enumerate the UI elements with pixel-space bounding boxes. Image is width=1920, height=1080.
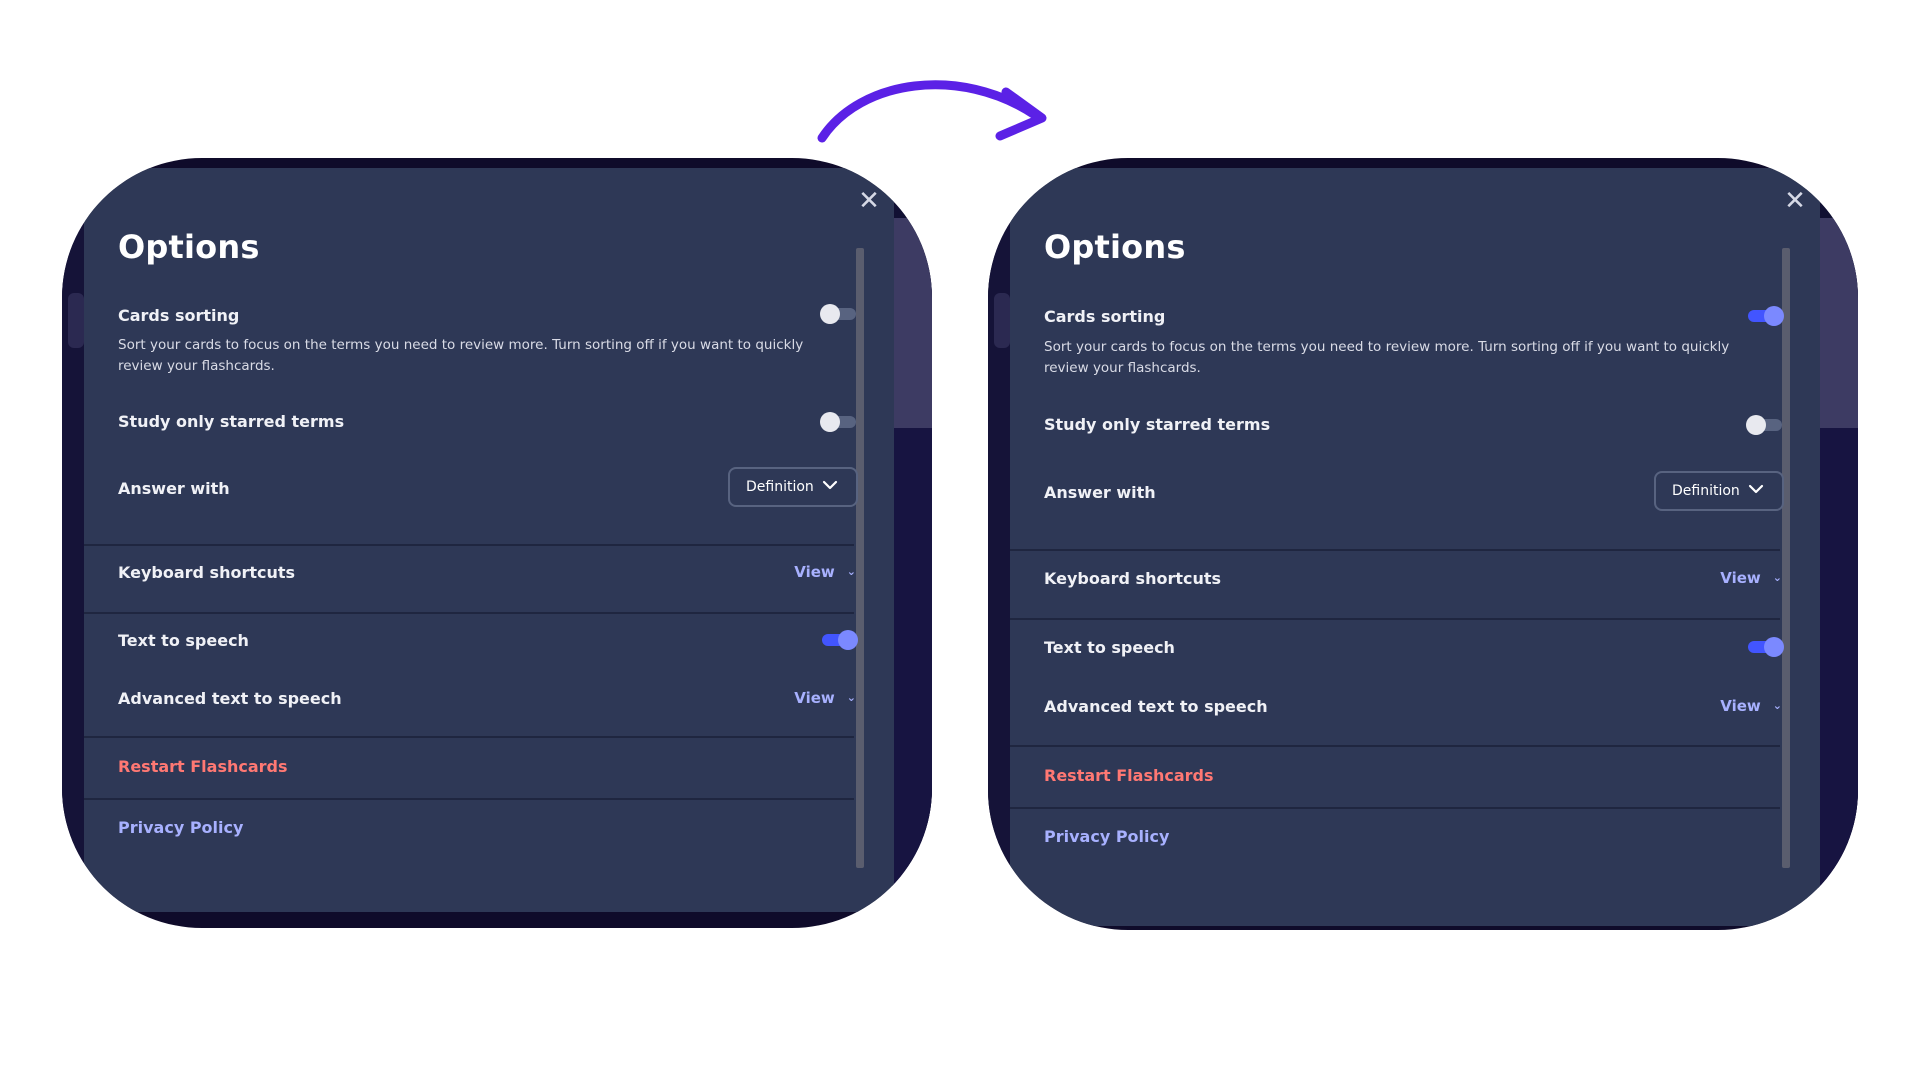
options-panel-after: ✕ Options Cards sorting Sort your cards … bbox=[988, 158, 1858, 930]
background-card bbox=[994, 293, 1010, 348]
background-card bbox=[68, 293, 84, 348]
answer-with-value: Definition bbox=[1672, 483, 1740, 499]
modal-title: Options bbox=[118, 228, 260, 266]
restart-flashcards-link[interactable]: Restart Flashcards bbox=[1044, 766, 1214, 785]
chevron-down-icon: ⌄ bbox=[1772, 571, 1782, 584]
close-icon[interactable]: ✕ bbox=[1784, 188, 1806, 214]
keyboard-shortcuts-view-button[interactable]: View ⌄ bbox=[794, 563, 856, 581]
keyboard-shortcuts-label: Keyboard shortcuts bbox=[1044, 569, 1222, 588]
starred-terms-toggle[interactable] bbox=[1746, 415, 1782, 435]
starred-terms-toggle[interactable] bbox=[820, 412, 856, 432]
advanced-tts-view-button[interactable]: View ⌄ bbox=[794, 689, 856, 707]
starred-terms-label: Study only starred terms bbox=[1044, 415, 1271, 434]
privacy-policy-link[interactable]: Privacy Policy bbox=[1044, 827, 1169, 846]
chevron-down-icon: ⌄ bbox=[846, 691, 856, 704]
toggle-knob bbox=[1764, 306, 1784, 326]
chevron-down-icon: ⌄ bbox=[846, 565, 856, 578]
cards-sorting-label: Cards sorting bbox=[1044, 307, 1166, 326]
background-page bbox=[62, 158, 84, 928]
keyboard-shortcuts-label: Keyboard shortcuts bbox=[118, 563, 296, 582]
divider bbox=[84, 612, 854, 614]
chevron-down-icon bbox=[822, 480, 838, 490]
answer-with-value: Definition bbox=[746, 479, 814, 495]
transition-arrow-icon bbox=[817, 80, 1047, 143]
chevron-down-icon: ⌄ bbox=[1772, 699, 1782, 712]
answer-with-select[interactable]: Definition bbox=[728, 467, 858, 507]
toggle-knob bbox=[1746, 415, 1766, 435]
answer-with-label: Answer with bbox=[1044, 483, 1156, 502]
background-lower bbox=[892, 428, 932, 928]
scrollbar[interactable] bbox=[1782, 248, 1790, 868]
background-page bbox=[988, 158, 1010, 930]
background-band bbox=[1818, 218, 1858, 428]
view-label: View bbox=[1720, 569, 1761, 587]
divider bbox=[1010, 807, 1780, 809]
view-label: View bbox=[1720, 697, 1761, 715]
cards-sorting-toggle[interactable] bbox=[820, 304, 856, 324]
answer-with-label: Answer with bbox=[118, 479, 230, 498]
background-page-right bbox=[1818, 158, 1858, 930]
background-lower bbox=[1818, 428, 1858, 930]
comparison-stage: ✕ Options Cards sorting Sort your cards … bbox=[0, 0, 1920, 1080]
advanced-tts-label: Advanced text to speech bbox=[1044, 697, 1268, 716]
cards-sorting-label: Cards sorting bbox=[118, 306, 240, 325]
text-to-speech-label: Text to speech bbox=[118, 631, 249, 650]
cards-sorting-description: Sort your cards to focus on the terms yo… bbox=[118, 337, 804, 374]
divider bbox=[1010, 618, 1780, 620]
divider bbox=[84, 736, 854, 738]
text-to-speech-label: Text to speech bbox=[1044, 638, 1175, 657]
restart-flashcards-link[interactable]: Restart Flashcards bbox=[118, 757, 288, 776]
chevron-down-icon bbox=[1748, 484, 1764, 494]
text-to-speech-toggle[interactable] bbox=[1746, 637, 1784, 657]
answer-with-select[interactable]: Definition bbox=[1654, 471, 1784, 511]
text-to-speech-toggle[interactable] bbox=[820, 630, 858, 650]
close-icon[interactable]: ✕ bbox=[858, 188, 880, 214]
options-modal: ✕ Options Cards sorting Sort your cards … bbox=[84, 168, 894, 912]
view-label: View bbox=[794, 689, 835, 707]
toggle-knob bbox=[820, 412, 840, 432]
scrollbar[interactable] bbox=[856, 248, 864, 868]
options-panel-before: ✕ Options Cards sorting Sort your cards … bbox=[62, 158, 932, 928]
privacy-policy-link[interactable]: Privacy Policy bbox=[118, 818, 243, 837]
divider bbox=[84, 798, 854, 800]
toggle-knob bbox=[1764, 637, 1784, 657]
view-label: View bbox=[794, 563, 835, 581]
toggle-knob bbox=[820, 304, 840, 324]
toggle-knob bbox=[838, 630, 858, 650]
advanced-tts-view-button[interactable]: View ⌄ bbox=[1720, 697, 1782, 715]
cards-sorting-description: Sort your cards to focus on the terms yo… bbox=[1044, 339, 1730, 376]
cards-sorting-toggle[interactable] bbox=[1746, 306, 1784, 326]
advanced-tts-label: Advanced text to speech bbox=[118, 689, 342, 708]
divider bbox=[1010, 549, 1780, 551]
background-page-right bbox=[892, 158, 932, 928]
divider bbox=[1010, 745, 1780, 747]
starred-terms-label: Study only starred terms bbox=[118, 412, 345, 431]
background-band bbox=[892, 218, 932, 428]
modal-title: Options bbox=[1044, 228, 1186, 266]
options-modal: ✕ Options Cards sorting Sort your cards … bbox=[1010, 168, 1820, 926]
keyboard-shortcuts-view-button[interactable]: View ⌄ bbox=[1720, 569, 1782, 587]
divider bbox=[84, 544, 854, 546]
